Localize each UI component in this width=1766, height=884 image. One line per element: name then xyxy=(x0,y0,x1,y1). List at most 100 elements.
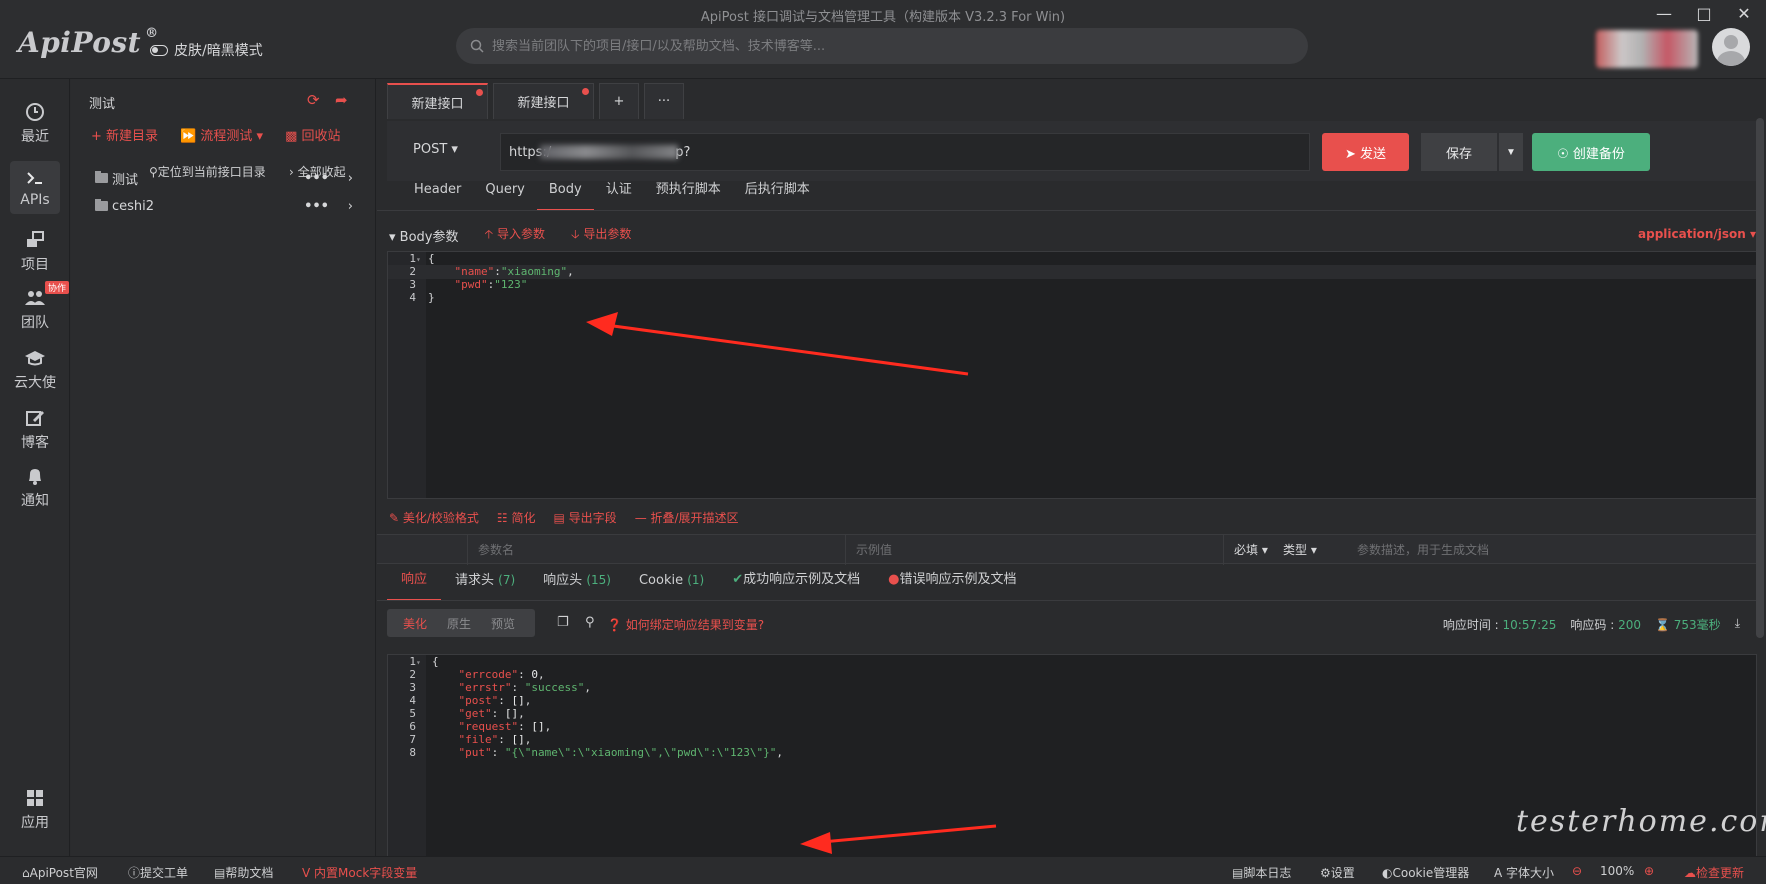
caret-down-icon: ▾ xyxy=(1258,543,1268,557)
code-text: "name":"xiaoming", xyxy=(454,265,574,278)
nav-ambassador[interactable]: 云大使 xyxy=(0,347,70,392)
ticket-label: 提交工单 xyxy=(140,866,189,880)
search-input[interactable] xyxy=(492,38,1272,54)
export-fields-button[interactable]: ▤ 导出字段 xyxy=(554,509,617,526)
script-log-button[interactable]: ▤脚本日志 xyxy=(1232,864,1291,881)
send-button[interactable]: ➤ 发送 xyxy=(1322,133,1409,171)
nav-notify[interactable]: 通知 xyxy=(0,465,70,510)
more-tabs-button[interactable]: ··· xyxy=(644,83,684,119)
content-type-select[interactable]: application/json ▾ xyxy=(1638,227,1756,241)
backup-label: 创建备份 xyxy=(1572,146,1625,162)
body-params-toggle[interactable]: ▾ Body参数 xyxy=(389,226,459,245)
maximize-icon[interactable]: □ xyxy=(1690,4,1718,23)
bind-variable-help-link[interactable]: ❓ 如何绑定响应结果到变量? xyxy=(607,616,764,633)
share-icon[interactable]: ➦ xyxy=(335,91,348,109)
settings-button[interactable]: ⚙设置 xyxy=(1320,864,1355,881)
cookie-manager-button[interactable]: ◐Cookie管理器 xyxy=(1382,864,1469,881)
tab-body[interactable]: Body xyxy=(536,179,594,211)
save-dropdown-button[interactable]: ▼ xyxy=(1499,133,1523,171)
simplify-button[interactable]: ☷ 简化 xyxy=(497,509,536,526)
code-text: "request": [], xyxy=(458,720,552,733)
line-number: 4 xyxy=(409,694,416,707)
nav-projects[interactable]: 项目 xyxy=(0,229,70,274)
theme-toggle[interactable]: 皮肤/暗黑模式 xyxy=(150,40,263,60)
users-icon xyxy=(25,291,45,305)
recycle-button[interactable]: ▩ 回收站 xyxy=(285,125,340,144)
chevron-right-icon[interactable]: › xyxy=(348,171,353,186)
param-desc-header[interactable]: 参数描述，用于生成文档 xyxy=(1347,535,1757,565)
tab-pre-script[interactable]: 预执行脚本 xyxy=(644,179,733,211)
new-dir-button[interactable]: + 新建目录 xyxy=(91,125,158,144)
param-name-header[interactable]: 参数名 xyxy=(467,535,845,565)
body-editor[interactable]: 1▾{ 2 "name":"xiaoming", 3 "pwd":"123" 4… xyxy=(387,251,1757,499)
folder-name: ceshi2 xyxy=(112,198,155,214)
toggle-desc-button[interactable]: — 折叠/展开描述区 xyxy=(635,509,739,526)
flow-test-button[interactable]: ⏩ 流程测试 ▾ xyxy=(180,125,263,144)
folder-item[interactable]: ceshi2 ••• › xyxy=(95,195,365,217)
help-docs-link[interactable]: ▤帮助文档 xyxy=(214,864,273,881)
json-value: [] xyxy=(531,720,545,733)
type-select[interactable]: 类型 ▾ xyxy=(1273,535,1347,565)
tab-success-example[interactable]: ✔成功响应示例及文档 xyxy=(718,567,874,601)
arrow-down-icon: 🡣 xyxy=(570,226,584,241)
response-view-modes: 美化 原生 预览 xyxy=(387,609,535,637)
check-circle-icon: ✔ xyxy=(732,572,744,587)
tab-request-2[interactable]: 新建接口 xyxy=(493,83,594,119)
nav-recent[interactable]: 最近 xyxy=(0,101,70,146)
tab-post-script[interactable]: 后执行脚本 xyxy=(733,179,822,211)
create-backup-button[interactable]: ☉ 创建备份 xyxy=(1532,133,1650,171)
caret-down-icon: ▾ xyxy=(389,229,400,245)
zoom-out-button[interactable]: ⊖ xyxy=(1572,864,1582,878)
nav-apis[interactable]: APIs xyxy=(10,161,60,214)
required-select[interactable]: 必填 ▾ xyxy=(1223,535,1273,565)
nav-apps[interactable]: 应用 xyxy=(0,787,70,832)
tab-header[interactable]: Header xyxy=(402,179,473,211)
copy-icon[interactable]: ❐ xyxy=(557,615,569,630)
save-button[interactable]: 保存 xyxy=(1421,133,1497,171)
param-example-header[interactable]: 示例值 xyxy=(845,535,1223,565)
global-search[interactable] xyxy=(456,28,1308,64)
tab-cookie[interactable]: Cookie (1) xyxy=(625,567,718,601)
view-beautify[interactable]: 美化 xyxy=(395,615,435,632)
check-update-button[interactable]: ☁检查更新 xyxy=(1684,864,1744,881)
add-tab-button[interactable]: + xyxy=(599,83,639,119)
nav-blog[interactable]: 博客 xyxy=(0,407,70,452)
import-params-button[interactable]: 🡡 导入参数 xyxy=(485,225,545,246)
code-text: "post": [], xyxy=(458,694,532,707)
export-params-button[interactable]: 🡣 导出参数 xyxy=(571,225,631,246)
tab-error-example[interactable]: ●错误响应示例及文档 xyxy=(874,567,1030,601)
more-icon[interactable]: ••• xyxy=(304,199,329,214)
font-size-label-group: A 字体大小 xyxy=(1494,864,1554,881)
minimize-icon[interactable]: — xyxy=(1650,4,1678,23)
submit-ticket-link[interactable]: ⓘ提交工单 xyxy=(128,864,188,881)
close-icon[interactable]: ✕ xyxy=(1730,4,1758,23)
official-site-link[interactable]: ⌂ApiPost官网 xyxy=(22,864,98,881)
json-value: 0 xyxy=(531,668,538,681)
line-number: 2 xyxy=(409,668,416,681)
view-preview[interactable]: 预览 xyxy=(483,615,523,632)
wand-icon: ✎ xyxy=(389,511,403,525)
avatar[interactable] xyxy=(1712,28,1750,66)
tab-label: 新建接口 xyxy=(411,96,464,112)
caret-down-icon: ▾ xyxy=(1307,543,1317,557)
chevron-right-icon[interactable]: › xyxy=(348,199,353,214)
mock-vars-link[interactable]: V 内置Mock字段变量 xyxy=(302,864,417,881)
tab-auth[interactable]: 认证 xyxy=(594,179,644,211)
tab-query[interactable]: Query xyxy=(473,179,537,211)
method-select[interactable]: POST ▾ xyxy=(413,142,458,157)
scrollbar[interactable] xyxy=(1756,118,1764,638)
tab-response[interactable]: 响应 xyxy=(387,567,442,601)
json-key: "pwd" xyxy=(454,278,488,291)
view-raw[interactable]: 原生 xyxy=(439,615,479,632)
more-icon[interactable]: ••• xyxy=(304,171,329,186)
zoom-in-button[interactable]: ⊕ xyxy=(1644,864,1654,878)
tab-request-1[interactable]: 新建接口 xyxy=(387,83,488,119)
beautify-button[interactable]: ✎ 美化/校验格式 xyxy=(389,509,479,526)
download-icon[interactable]: ⤓ xyxy=(1735,616,1740,633)
folder-item[interactable]: 测试 ••• › xyxy=(95,167,365,189)
tab-request-headers[interactable]: 请求头 (7) xyxy=(441,567,529,601)
refresh-icon[interactable]: ⟳ xyxy=(307,91,320,109)
tab-response-headers[interactable]: 响应头 (15) xyxy=(529,567,625,601)
search-icon[interactable]: ⚲ xyxy=(585,615,595,630)
nav-team[interactable]: 协作 团队 xyxy=(0,281,70,332)
